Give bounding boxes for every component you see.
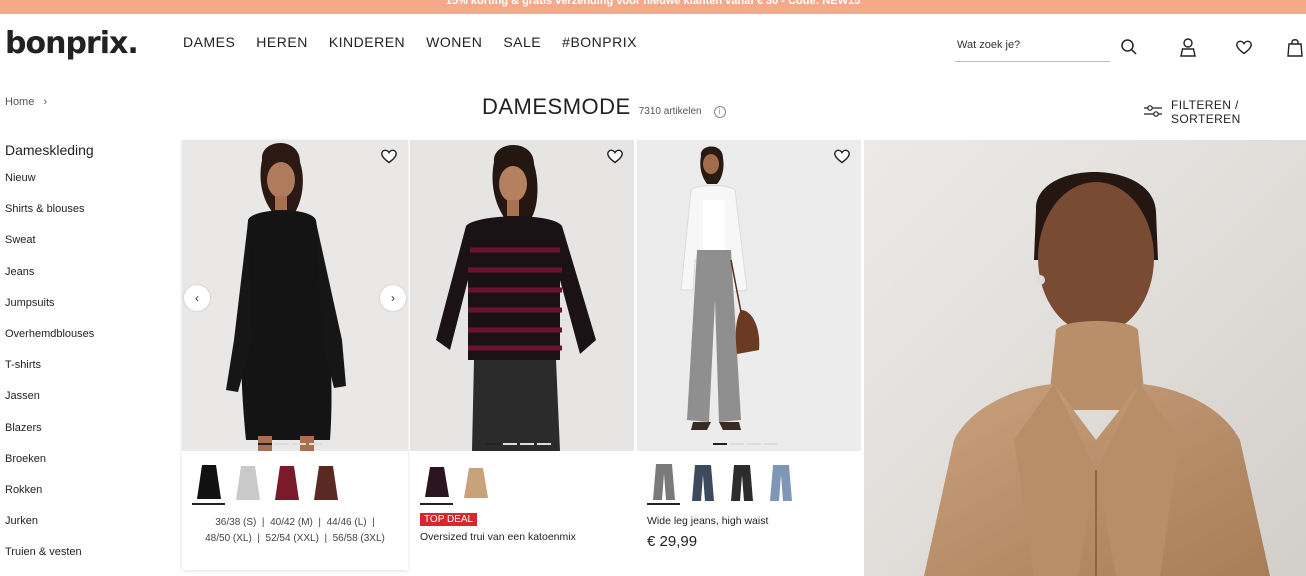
product-image[interactable] (410, 140, 634, 451)
hero-banner[interactable] (864, 140, 1306, 576)
article-count: 7310 artikelen (638, 106, 702, 117)
carousel-next-button[interactable]: › (380, 285, 406, 311)
promo-bar[interactable]: 15% korting & gratis verzending voor nie… (0, 0, 1306, 14)
sidebar-item-nieuw[interactable]: Nieuw (5, 163, 165, 194)
nav-item-sale[interactable]: SALE (503, 34, 541, 50)
sidebar-item-jeans[interactable]: Jeans (5, 257, 165, 288)
color-swatch[interactable] (231, 461, 264, 505)
carousel-dots (713, 443, 778, 445)
product-name[interactable]: Oversized trui van een katoenmix (410, 531, 634, 543)
model-illustration (182, 140, 408, 451)
sidebar-item-jurken[interactable]: Jurken (5, 506, 165, 537)
color-swatch[interactable] (420, 461, 453, 505)
product-card[interactable]: TOP DEAL Oversized trui van een katoenmi… (410, 140, 634, 576)
promo-text: 15% korting & gratis verzending voor nie… (445, 0, 861, 7)
nav-item-heren[interactable]: HEREN (256, 34, 308, 50)
nav-item-dames[interactable]: DAMES (183, 34, 235, 50)
bonprix-logo[interactable]: bonprix. (5, 26, 139, 61)
color-swatch[interactable] (647, 461, 680, 505)
sidebar-item-jumpsuits[interactable]: Jumpsuits (5, 288, 165, 319)
category-sidebar: Dameskleding Nieuw Shirts & blouses Swea… (5, 142, 165, 576)
wishlist-icon[interactable] (1233, 36, 1255, 58)
breadcrumb: Home › (5, 96, 47, 108)
sidebar-item-blazers[interactable]: Blazers (5, 413, 165, 444)
product-name[interactable]: Wide leg jeans, high waist (637, 515, 861, 527)
product-image[interactable] (637, 140, 861, 451)
breadcrumb-separator: › (43, 96, 48, 108)
size-list: 36/38 (S) | 40/42 (M) | 44/46 (L) | 48/5… (182, 505, 408, 547)
product-image[interactable]: ‹ › (182, 140, 408, 451)
wishlist-icon[interactable] (833, 148, 851, 166)
color-swatch[interactable] (270, 461, 303, 505)
sizes-line-2: 48/50 (XL) | 52/54 (XXL) | 56/58 (3XL) (205, 533, 385, 544)
sizes-line-1: 36/38 (S) | 40/42 (M) | 44/46 (L) | (215, 517, 375, 528)
nav-item-kinderen[interactable]: KINDEREN (329, 34, 405, 50)
sidebar-item-sweat[interactable]: Sweat (5, 225, 165, 256)
carousel-dots (486, 443, 551, 445)
product-price: € 29,99 (647, 533, 698, 550)
color-swatch[interactable] (459, 461, 492, 505)
wishlist-icon[interactable] (380, 148, 398, 166)
site-header: bonprix. DAMES HEREN KINDEREN WONEN SALE… (0, 14, 1306, 74)
sidebar-title[interactable]: Dameskleding (5, 142, 165, 158)
hero-illustration (924, 172, 1270, 576)
sidebar-item-broeken[interactable]: Broeken (5, 444, 165, 475)
page-title: DAMESMODE (482, 94, 631, 119)
color-swatch[interactable] (725, 461, 758, 505)
color-swatches (182, 451, 408, 505)
sidebar-item-jassen[interactable]: Jassen (5, 381, 165, 412)
sidebar-item-t-shirts[interactable]: T-shirts (5, 350, 165, 381)
nav-item-bonprix[interactable]: #BONPRIX (562, 34, 637, 50)
color-swatches (410, 451, 634, 505)
model-illustration (410, 140, 634, 451)
color-swatch[interactable] (686, 461, 719, 505)
nav-item-wonen[interactable]: WONEN (426, 34, 482, 50)
search-icon[interactable] (1118, 36, 1140, 58)
color-swatches (637, 451, 861, 505)
filter-icon (1143, 104, 1163, 120)
wishlist-icon[interactable] (606, 148, 624, 166)
sidebar-item-rokken[interactable]: Rokken (5, 475, 165, 506)
sidebar-item-shirts-blouses[interactable]: Shirts & blouses (5, 194, 165, 225)
sidebar-item-truien-vesten[interactable]: Truien & vesten (5, 537, 165, 568)
info-icon[interactable]: i (713, 106, 726, 118)
top-deal-badge: TOP DEAL (420, 513, 478, 526)
color-swatch[interactable] (309, 461, 342, 505)
search-box (955, 32, 1110, 62)
breadcrumb-home[interactable]: Home (5, 96, 34, 108)
color-swatch[interactable] (764, 461, 797, 505)
sidebar-item-overhemdblouses[interactable]: Overhemdblouses (5, 319, 165, 350)
filter-label: FILTEREN / SORTEREN (1171, 98, 1241, 126)
product-card[interactable]: Wide leg jeans, high waist € 29,99 (637, 140, 861, 576)
product-card[interactable]: ‹ › 36/38 (S) | 40/42 (M) | 44/46 (L) | … (182, 140, 408, 570)
carousel-dots (258, 443, 323, 445)
account-icon[interactable] (1177, 36, 1199, 58)
color-swatch[interactable] (192, 461, 225, 505)
search-input[interactable] (955, 32, 1105, 58)
filter-sort-button[interactable]: FILTEREN / SORTEREN (1143, 98, 1306, 126)
page-heading: DAMESMODE 7310 artikelen i (482, 94, 726, 120)
carousel-prev-button[interactable]: ‹ (184, 285, 210, 311)
model-illustration (637, 140, 861, 451)
main-nav: DAMES HEREN KINDEREN WONEN SALE #BONPRIX (183, 34, 637, 50)
bag-icon[interactable] (1284, 36, 1306, 58)
